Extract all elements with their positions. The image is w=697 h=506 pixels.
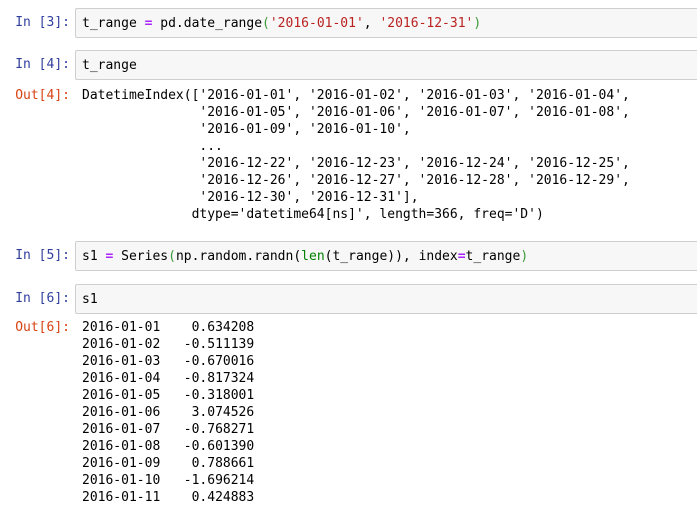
output-line: '2016-01-09', '2016-01-10', bbox=[82, 122, 411, 137]
input-prompt: In [6]: bbox=[15, 291, 70, 306]
code-text: t_range bbox=[82, 58, 137, 73]
series-value: 3.074526 bbox=[160, 405, 255, 420]
series-row: 2016-01-04 -0.817324 bbox=[82, 371, 254, 386]
output-prompt: Out[4]: bbox=[15, 88, 70, 103]
code-text: t_range = pd.date_range('2016-01-01', '2… bbox=[82, 16, 482, 31]
output-line: '2016-12-26', '2016-12-27', '2016-12-28'… bbox=[82, 173, 630, 188]
series-row: 2016-01-06 3.074526 bbox=[82, 405, 254, 420]
datetime-index-output: DatetimeIndex(['2016-01-01', '2016-01-02… bbox=[82, 87, 630, 223]
code-input[interactable]: t_range bbox=[75, 50, 697, 80]
series-value: -0.511139 bbox=[160, 337, 255, 352]
series-index: 2016-01-01 bbox=[82, 320, 161, 335]
series-value: -0.601390 bbox=[160, 439, 255, 454]
code-input[interactable]: s1 bbox=[75, 284, 697, 314]
series-row: 2016-01-03 -0.670016 bbox=[82, 354, 254, 369]
series-value: 0.634208 bbox=[160, 320, 255, 335]
series-value: -0.768271 bbox=[160, 422, 255, 437]
series-index: 2016-01-04 bbox=[82, 371, 161, 386]
input-prompt: In [4]: bbox=[15, 57, 70, 72]
series-index: 2016-01-11 bbox=[82, 490, 161, 505]
series-index: 2016-01-03 bbox=[82, 354, 161, 369]
output-line: '2016-12-30', '2016-12-31'], bbox=[82, 190, 419, 205]
series-value: -1.696214 bbox=[160, 473, 255, 488]
output-line: '2016-12-22', '2016-12-23', '2016-12-24'… bbox=[82, 156, 630, 171]
output-prompt: Out[6]: bbox=[15, 320, 70, 335]
series-index: 2016-01-02 bbox=[82, 337, 161, 352]
series-index: 2016-01-08 bbox=[82, 439, 161, 454]
series-row: 2016-01-10 -1.696214 bbox=[82, 473, 254, 488]
output-line: ... bbox=[82, 139, 223, 154]
series-value: 0.788661 bbox=[160, 456, 255, 471]
code-input[interactable]: s1 = Series(np.random.randn(len(t_range)… bbox=[75, 241, 697, 271]
series-row: 2016-01-05 -0.318001 bbox=[82, 388, 254, 403]
series-row: 2016-01-02 -0.511139 bbox=[82, 337, 254, 352]
output-text: DatetimeIndex(['2016-01-01', '2016-01-02… bbox=[82, 87, 630, 223]
code-input[interactable]: t_range = pd.date_range('2016-01-01', '2… bbox=[75, 8, 697, 38]
series-value: -0.318001 bbox=[160, 388, 255, 403]
series-row: 2016-01-11 0.424883 bbox=[82, 490, 254, 505]
code-text: s1 bbox=[82, 292, 98, 307]
series-value: 0.424883 bbox=[160, 490, 255, 505]
series-value: -0.670016 bbox=[160, 354, 255, 369]
input-prompt: In [3]: bbox=[15, 15, 70, 30]
output-line: DatetimeIndex(['2016-01-01', '2016-01-02… bbox=[82, 88, 630, 103]
output-line: dtype='datetime64[ns]', length=366, freq… bbox=[82, 207, 544, 222]
series-index: 2016-01-05 bbox=[82, 388, 161, 403]
series-index: 2016-01-09 bbox=[82, 456, 161, 471]
series-row: 2016-01-07 -0.768271 bbox=[82, 422, 254, 437]
series-output: 2016-01-01 0.634208 2016-01-02 -0.511139… bbox=[82, 319, 254, 506]
series-row: 2016-01-08 -0.601390 bbox=[82, 439, 254, 454]
series-row: 2016-01-01 0.634208 bbox=[82, 320, 254, 335]
output-text: 2016-01-01 0.634208 2016-01-02 -0.511139… bbox=[82, 319, 254, 506]
series-index: 2016-01-07 bbox=[82, 422, 161, 437]
series-index: 2016-01-06 bbox=[82, 405, 161, 420]
series-value: -0.817324 bbox=[160, 371, 255, 386]
series-row: 2016-01-09 0.788661 bbox=[82, 456, 254, 471]
code-text: s1 = Series(np.random.randn(len(t_range)… bbox=[82, 249, 529, 264]
output-line: '2016-01-05', '2016-01-06', '2016-01-07'… bbox=[82, 105, 630, 120]
series-index: 2016-01-10 bbox=[82, 473, 161, 488]
input-prompt: In [5]: bbox=[15, 248, 70, 263]
